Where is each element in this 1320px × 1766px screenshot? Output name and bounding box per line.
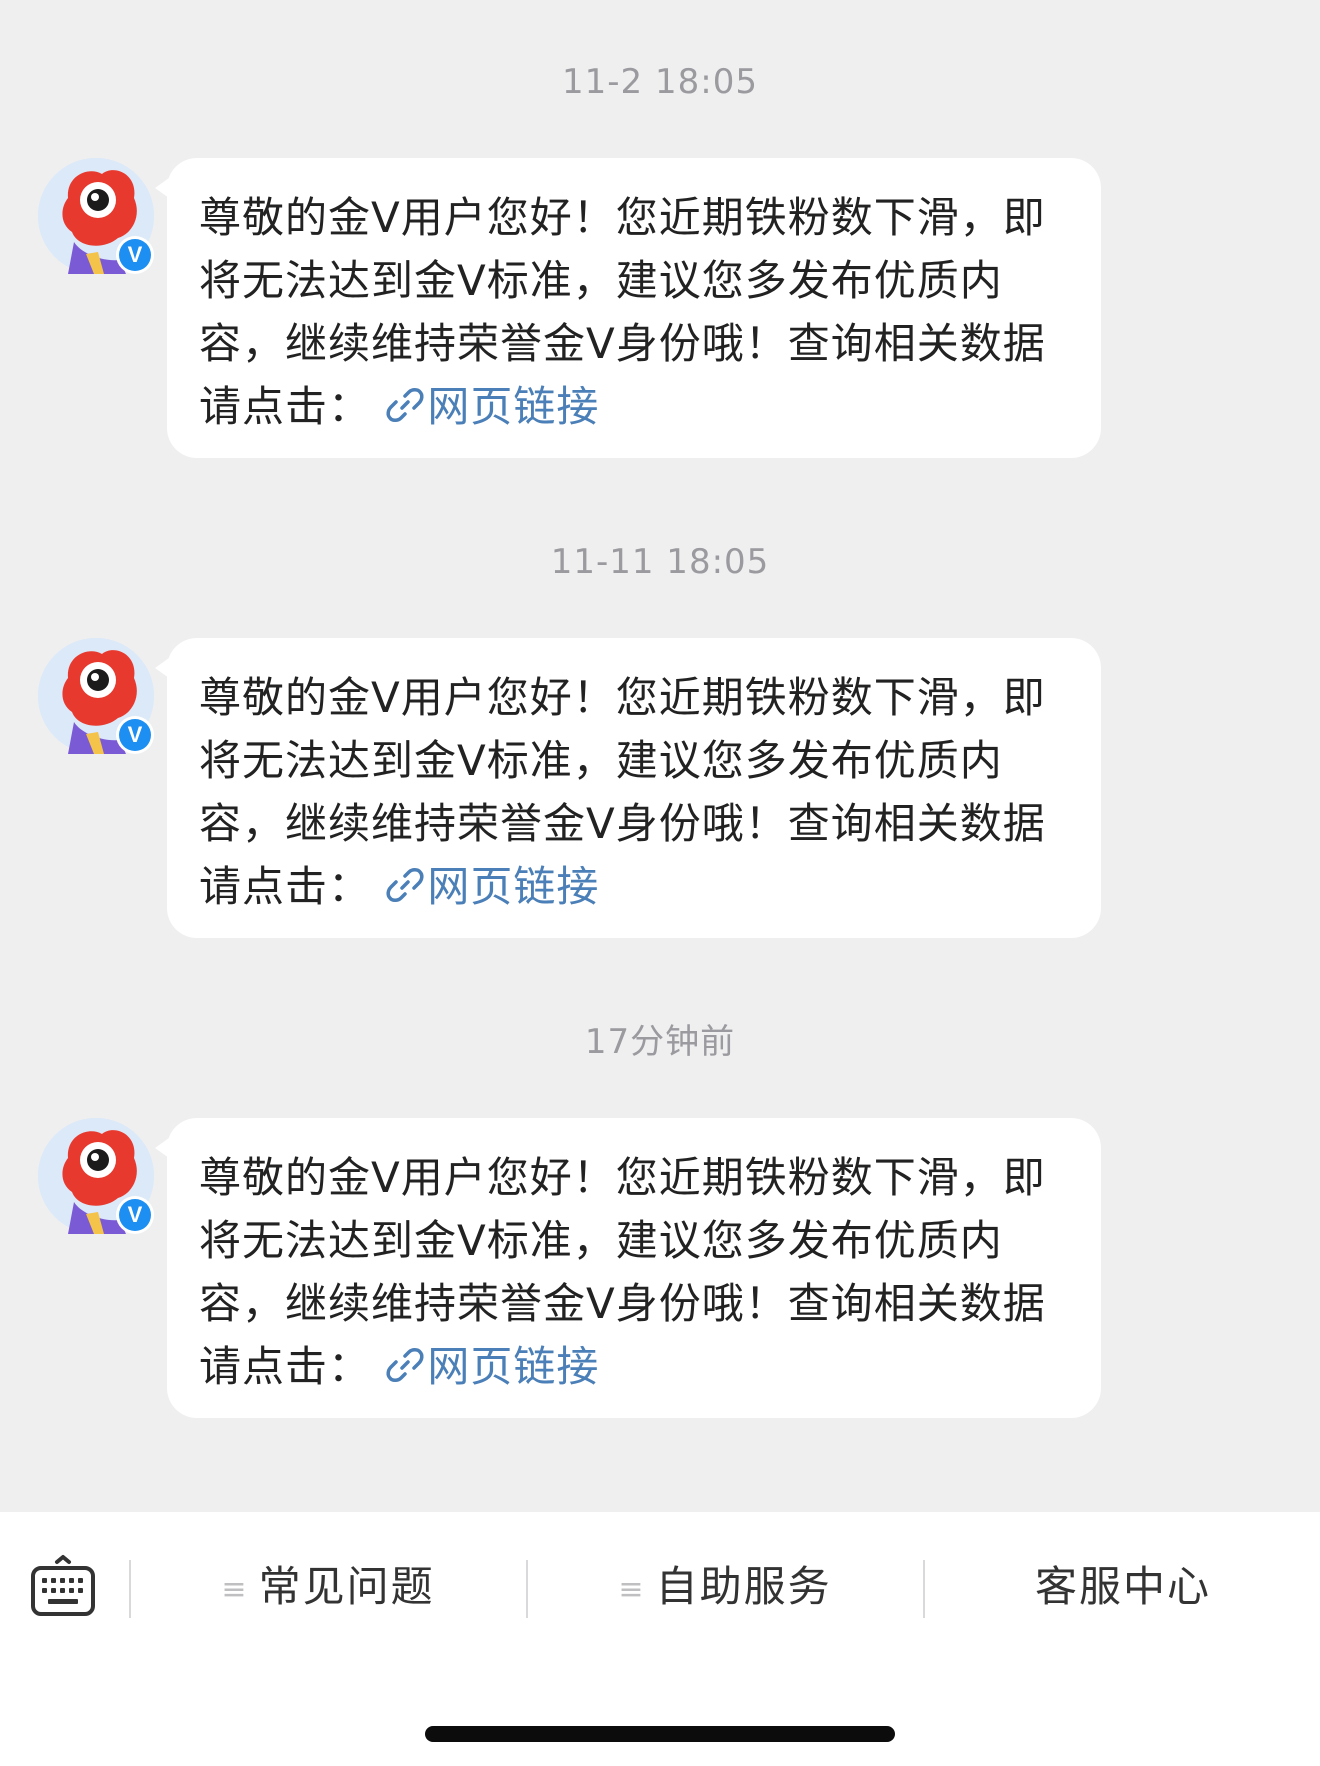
faq-menu-label: 常见问题 [258, 1562, 435, 1611]
message-text-container: 尊敬的金V用户您好！您近期铁粉数下滑，即将无法达到金V标准，建议您多发布优质内容… [199, 666, 1071, 918]
message-text: 尊敬的金V用户您好！您近期铁粉数下滑，即将无法达到金V标准，建议您多发布优质内容… [199, 1153, 1046, 1391]
message-bubble: 尊敬的金V用户您好！您近期铁粉数下滑，即将无法达到金V标准，建议您多发布优质内容… [167, 638, 1101, 938]
message-timestamp: 11-11 18:05 [550, 542, 770, 582]
verified-v-icon: V [119, 719, 151, 751]
customer-service-menu-button[interactable]: 客服中心 [926, 1554, 1320, 1620]
message-timestamp: 17分钟前 [584, 1022, 736, 1062]
message-text-container: 尊敬的金V用户您好！您近期铁粉数下滑，即将无法达到金V标准，建议您多发布优质内容… [199, 1146, 1071, 1398]
link-icon [386, 388, 424, 422]
web-link-label: 网页链接 [427, 382, 600, 431]
message-timestamp: 11-2 18:05 [562, 62, 758, 102]
message-row: V 尊敬的金V用户您好！您近期铁粉数下滑，即将无法达到金V标准，建议您多发布优质… [0, 1118, 1320, 1418]
menu-divider [923, 1560, 925, 1618]
menu-lines-icon: ≡ [221, 1572, 249, 1607]
verified-v-icon: V [119, 1199, 151, 1231]
message-bubble: 尊敬的金V用户您好！您近期铁粉数下滑，即将无法达到金V标准，建议您多发布优质内容… [167, 1118, 1101, 1418]
menu-divider [129, 1560, 131, 1618]
keyboard-toggle-button[interactable] [30, 1554, 96, 1620]
web-link-label: 网页链接 [427, 1342, 600, 1391]
web-link-label: 网页链接 [427, 862, 600, 911]
message-row: V 尊敬的金V用户您好！您近期铁粉数下滑，即将无法达到金V标准，建议您多发布优质… [0, 158, 1320, 458]
verified-v-icon: V [119, 239, 151, 271]
link-icon [386, 1348, 424, 1382]
message-text-container: 尊敬的金V用户您好！您近期铁粉数下滑，即将无法达到金V标准，建议您多发布优质内容… [199, 186, 1071, 438]
bottom-menu-bar: ≡ 常见问题 ≡ 自助服务 客服中心 [0, 1512, 1320, 1766]
keyboard-icon [31, 1555, 95, 1616]
menu-divider [526, 1560, 528, 1618]
menu-lines-icon: ≡ [618, 1572, 646, 1607]
self-service-menu-label: 自助服务 [655, 1562, 832, 1611]
self-service-menu-button[interactable]: ≡ 自助服务 [529, 1554, 921, 1620]
avatar[interactable]: V [38, 158, 154, 274]
web-link[interactable]: 网页链接 [385, 382, 599, 431]
verified-badge: V [116, 716, 154, 754]
home-indicator[interactable] [425, 1726, 895, 1742]
verified-badge: V [116, 236, 154, 274]
message-text: 尊敬的金V用户您好！您近期铁粉数下滑，即将无法达到金V标准，建议您多发布优质内容… [199, 673, 1046, 911]
message-bubble: 尊敬的金V用户您好！您近期铁粉数下滑，即将无法达到金V标准，建议您多发布优质内容… [167, 158, 1101, 458]
link-icon [386, 868, 424, 902]
faq-menu-button[interactable]: ≡ 常见问题 [132, 1554, 524, 1620]
avatar[interactable]: V [38, 1118, 154, 1234]
verified-badge: V [116, 1196, 154, 1234]
message-text: 尊敬的金V用户您好！您近期铁粉数下滑，即将无法达到金V标准，建议您多发布优质内容… [199, 193, 1046, 431]
web-link[interactable]: 网页链接 [385, 862, 599, 911]
avatar[interactable]: V [38, 638, 154, 754]
web-link[interactable]: 网页链接 [385, 1342, 599, 1391]
customer-service-menu-label: 客服中心 [1034, 1562, 1211, 1611]
message-row: V 尊敬的金V用户您好！您近期铁粉数下滑，即将无法达到金V标准，建议您多发布优质… [0, 638, 1320, 938]
chat-area: 11-2 18:05 V 尊敬的金V用户您好！您近期铁粉数下滑，即将无法达到金V… [0, 0, 1320, 1512]
